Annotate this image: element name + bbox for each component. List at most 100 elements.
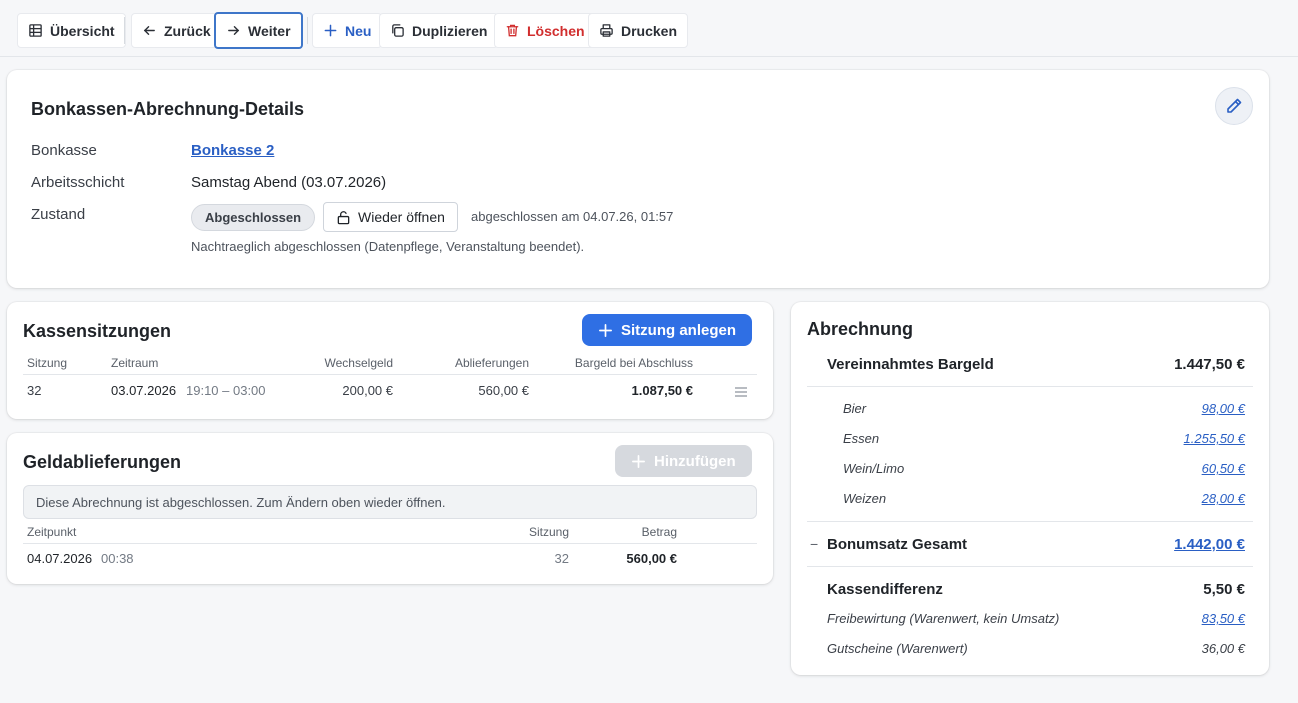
delivery-session: 32 (554, 551, 569, 566)
menu-icon[interactable] (734, 386, 748, 398)
create-session-label: Sitzung anlegen (621, 321, 737, 339)
session-change: 200,00 € (342, 383, 393, 398)
divider (807, 566, 1253, 567)
delivery-date: 04.07.2026 (27, 551, 93, 566)
deliveries-card: Geldablieferungen Hinzufügen Diese Abrec… (7, 433, 773, 584)
revenue-item-row: Bier 98,00 € (843, 401, 1245, 416)
toolbar-divider (307, 17, 308, 44)
copy-icon (392, 24, 404, 37)
arrow-left-icon (143, 26, 155, 35)
revenue-item-label: Essen (843, 431, 880, 446)
edit-button[interactable] (1215, 87, 1253, 125)
divider (807, 521, 1253, 522)
closing-note: Nachtraeglich abgeschlossen (Datenpflege… (191, 239, 585, 254)
session-time: 19:10 – 03:00 (186, 383, 266, 398)
add-delivery-button[interactable]: Hinzufügen (615, 445, 752, 477)
divider (807, 386, 1253, 387)
column-header: Ablieferungen (454, 356, 529, 370)
column-header: Betrag (641, 525, 677, 539)
free-drinks-row: Freibewirtung (Warenwert, kein Umsatz) 8… (827, 611, 1245, 626)
duplicate-label: Duplizieren (412, 22, 488, 39)
reopen-label: Wieder öffnen (358, 209, 445, 225)
state-label: Zustand (31, 206, 86, 223)
bon-total-row: Bonumsatz Gesamt 1.442,00 € (827, 536, 1245, 553)
column-header: Sitzung (528, 525, 569, 539)
add-delivery-label: Hinzufügen (654, 452, 736, 470)
revenue-item-row: Weizen 28,00 € (843, 491, 1245, 506)
sessions-card: Kassensitzungen Sitzung anlegen Sitzung … (7, 302, 773, 419)
session-date: 03.07.2026 (111, 383, 177, 398)
revenue-item-link[interactable]: 98,00 € (1202, 401, 1245, 416)
revenue-item-row: Essen 1.255,50 € (843, 431, 1245, 446)
free-drinks-link[interactable]: 83,50 € (1202, 611, 1245, 626)
deliveries-title: Geldablieferungen (23, 452, 182, 472)
revenue-item-label: Weizen (843, 491, 887, 506)
column-header: Bargeld bei Abschluss (574, 356, 693, 370)
minus-sign: − (810, 536, 819, 552)
delivery-amount: 560,00 € (626, 551, 677, 566)
session-deliveries: 560,00 € (478, 383, 529, 398)
plus-icon (632, 454, 645, 468)
back-label: Zurück (164, 22, 211, 39)
column-header: Sitzung (27, 356, 68, 370)
details-title: Bonkassen-Abrechnung-Details (31, 99, 305, 119)
table-divider (23, 543, 757, 544)
revenue-item-link[interactable]: 60,50 € (1202, 461, 1245, 476)
trash-icon (506, 24, 519, 37)
revenue-item-label: Wein/Limo (843, 461, 905, 476)
bon-total-link[interactable]: 1.442,00 € (1174, 536, 1245, 553)
reopen-button[interactable]: Wieder öffnen (323, 202, 458, 232)
delivery-time: 00:38 (101, 551, 134, 566)
printer-icon (600, 24, 613, 37)
arrow-right-icon (228, 26, 240, 35)
difference-row: Kassendifferenz 5,50 € (827, 581, 1245, 598)
difference-label: Kassendifferenz (827, 581, 943, 598)
revenue-item-row: Wein/Limo 60,50 € (843, 461, 1245, 476)
bon-total-label: Bonumsatz Gesamt (827, 536, 968, 553)
vouchers-label: Gutscheine (Warenwert) (827, 641, 968, 656)
column-header: Zeitraum (111, 356, 159, 370)
overview-button[interactable]: Übersicht (17, 13, 126, 48)
lock-open-icon (337, 210, 350, 224)
cash-total-value: 1.447,50 € (1174, 356, 1245, 373)
sessions-title: Kassensitzungen (23, 321, 172, 341)
vouchers-row: Gutscheine (Warenwert) 36,00 € (827, 641, 1245, 656)
shift-value: Samstag Abend (03.07.2026) (191, 174, 387, 191)
vouchers-value: 36,00 € (1201, 641, 1245, 656)
print-label: Drucken (621, 22, 678, 39)
free-drinks-label: Freibewirtung (Warenwert, kein Umsatz) (827, 611, 1060, 626)
shift-label: Arbeitsschicht (31, 174, 125, 191)
toolbar: Übersicht Zurück Weiter Neu Duplizieren … (0, 0, 1298, 57)
delete-button[interactable]: Löschen (494, 13, 596, 48)
register-link[interactable]: Bonkasse 2 (191, 142, 274, 159)
locked-info-box: Diese Abrechnung ist abgeschlossen. Zum … (23, 485, 757, 519)
column-header: Zeitpunkt (27, 525, 77, 539)
column-header: Wechselgeld (324, 356, 393, 370)
cash-total-label: Vereinnahmtes Bargeld (827, 356, 994, 373)
plus-icon (599, 323, 612, 337)
status-badge: Abgeschlossen (191, 204, 316, 231)
duplicate-button[interactable]: Duplizieren (379, 13, 499, 48)
details-card: Bonkassen-Abrechnung-Details Bonkasse Bo… (7, 70, 1269, 288)
back-button[interactable]: Zurück (131, 13, 222, 48)
overview-label: Übersicht (50, 22, 115, 39)
revenue-item-link[interactable]: 28,00 € (1202, 491, 1245, 506)
pencil-icon (1227, 98, 1242, 113)
table-divider (23, 374, 757, 375)
new-label: Neu (345, 22, 372, 39)
new-button[interactable]: Neu (312, 13, 383, 48)
print-button[interactable]: Drucken (588, 13, 689, 48)
billing-card: Abrechnung Vereinnahmtes Bargeld 1.447,5… (791, 302, 1269, 675)
billing-title: Abrechnung (807, 319, 913, 339)
create-session-button[interactable]: Sitzung anlegen (582, 314, 753, 346)
grid-icon (29, 24, 42, 37)
revenue-item-link[interactable]: 1.255,50 € (1184, 431, 1245, 446)
closed-at-text: abgeschlossen am 04.07.26, 01:57 (471, 209, 674, 224)
delete-label: Löschen (527, 22, 585, 39)
cash-total-row: Vereinnahmtes Bargeld 1.447,50 € (827, 356, 1245, 373)
difference-value: 5,50 € (1203, 581, 1245, 598)
next-button[interactable]: Weiter (214, 12, 303, 49)
toolbar-divider (124, 17, 125, 44)
revenue-item-label: Bier (843, 401, 867, 416)
session-cash: 1.087,50 € (631, 383, 693, 398)
